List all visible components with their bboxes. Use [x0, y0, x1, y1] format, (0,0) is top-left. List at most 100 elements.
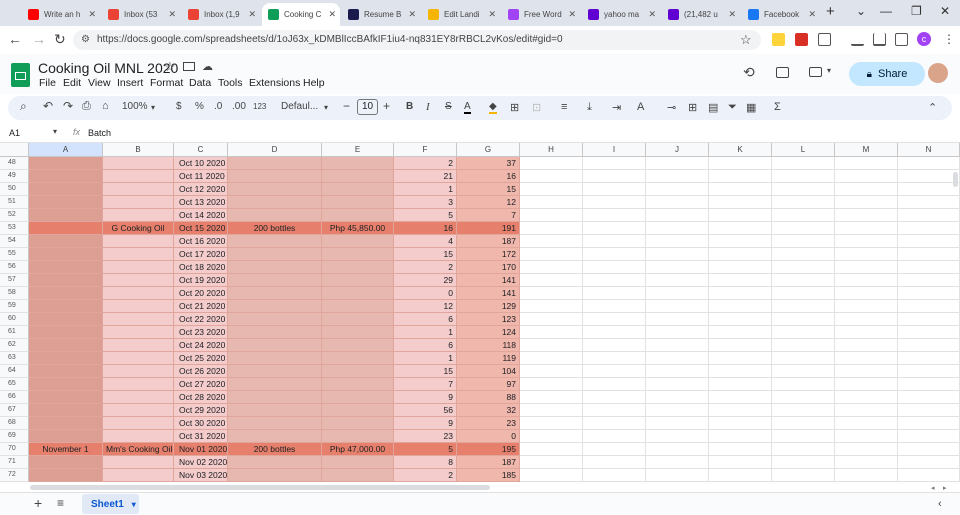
cell-c71[interactable]: Nov 02 2020 [174, 456, 228, 469]
cell-j52[interactable] [646, 209, 709, 222]
cell-b62[interactable] [103, 339, 174, 352]
cell-m58[interactable] [835, 287, 898, 300]
cell-e55[interactable] [322, 248, 394, 261]
cell-b61[interactable] [103, 326, 174, 339]
cell-a51[interactable] [29, 196, 103, 209]
cell-a49[interactable] [29, 170, 103, 183]
cell-l68[interactable] [772, 417, 835, 430]
decrease-font-size-icon[interactable]: − [343, 99, 350, 113]
cell-a65[interactable] [29, 378, 103, 391]
cell-k71[interactable] [709, 456, 772, 469]
cell-h72[interactable] [520, 469, 583, 482]
column-header-c[interactable]: C [174, 143, 228, 157]
cell-e59[interactable] [322, 300, 394, 313]
cell-e58[interactable] [322, 287, 394, 300]
cell-i66[interactable] [583, 391, 646, 404]
cell-n54[interactable] [898, 235, 960, 248]
cell-n64[interactable] [898, 365, 960, 378]
cell-n68[interactable] [898, 417, 960, 430]
cell-b57[interactable] [103, 274, 174, 287]
column-header-b[interactable]: B [103, 143, 174, 157]
row-number[interactable]: 72 [0, 469, 29, 482]
cell-h66[interactable] [520, 391, 583, 404]
sheet-tab-dropdown-icon[interactable]: ▾ [132, 500, 136, 509]
meet-dropdown-icon[interactable]: ▾ [827, 66, 831, 75]
cell-g51[interactable]: 12 [457, 196, 520, 209]
cell-h60[interactable] [520, 313, 583, 326]
cell-k65[interactable] [709, 378, 772, 391]
cell-g49[interactable]: 16 [457, 170, 520, 183]
cell-n66[interactable] [898, 391, 960, 404]
cell-g61[interactable]: 124 [457, 326, 520, 339]
cell-e49[interactable] [322, 170, 394, 183]
cell-c61[interactable]: Oct 23 2020 [174, 326, 228, 339]
cell-n65[interactable] [898, 378, 960, 391]
cell-m67[interactable] [835, 404, 898, 417]
cell-i58[interactable] [583, 287, 646, 300]
cell-k48[interactable] [709, 157, 772, 170]
cell-h63[interactable] [520, 352, 583, 365]
select-all-corner[interactable] [0, 143, 29, 157]
cell-c53[interactable]: Oct 15 2020 [174, 222, 228, 235]
cell-g50[interactable]: 15 [457, 183, 520, 196]
pdf-extension-icon[interactable] [795, 33, 808, 46]
cell-b49[interactable] [103, 170, 174, 183]
cell-l48[interactable] [772, 157, 835, 170]
cell-b68[interactable] [103, 417, 174, 430]
cell-j72[interactable] [646, 469, 709, 482]
column-header-a[interactable]: A [29, 143, 103, 157]
cell-f48[interactable]: 2 [394, 157, 457, 170]
cell-n51[interactable] [898, 196, 960, 209]
cell-m68[interactable] [835, 417, 898, 430]
cell-g69[interactable]: 0 [457, 430, 520, 443]
cell-m71[interactable] [835, 456, 898, 469]
browser-tab[interactable]: Inbox (1,9 ✕ [182, 3, 260, 26]
cell-c66[interactable]: Oct 28 2020 [174, 391, 228, 404]
cell-d63[interactable] [228, 352, 322, 365]
cell-f60[interactable]: 6 [394, 313, 457, 326]
cell-c69[interactable]: Oct 31 2020 [174, 430, 228, 443]
back-icon[interactable]: ← [8, 31, 22, 47]
cell-i51[interactable] [583, 196, 646, 209]
cell-i68[interactable] [583, 417, 646, 430]
cell-n57[interactable] [898, 274, 960, 287]
cell-f71[interactable]: 8 [394, 456, 457, 469]
cell-j66[interactable] [646, 391, 709, 404]
cell-b51[interactable] [103, 196, 174, 209]
cell-e66[interactable] [322, 391, 394, 404]
cell-j53[interactable] [646, 222, 709, 235]
url-text[interactable]: https://docs.google.com/spreadsheets/d/1… [97, 34, 563, 45]
add-sheet-icon[interactable]: + [34, 495, 42, 511]
media-control-icon[interactable] [851, 33, 864, 46]
insert-chart-icon[interactable]: ▤ [708, 101, 718, 114]
cell-h65[interactable] [520, 378, 583, 391]
cell-l51[interactable] [772, 196, 835, 209]
cell-f49[interactable]: 21 [394, 170, 457, 183]
cell-a66[interactable] [29, 391, 103, 404]
cell-f70[interactable]: 5 [394, 443, 457, 456]
cell-l56[interactable] [772, 261, 835, 274]
cell-h71[interactable] [520, 456, 583, 469]
cell-b53[interactable]: G Cooking Oil [103, 222, 174, 235]
column-header-f[interactable]: F [394, 143, 457, 157]
cell-g65[interactable]: 97 [457, 378, 520, 391]
close-tab-icon[interactable]: ✕ [488, 9, 496, 20]
strikethrough-icon[interactable]: S [445, 101, 452, 112]
scroll-right-icon[interactable]: ▸ [943, 484, 947, 492]
close-tab-icon[interactable]: ✕ [648, 9, 656, 20]
cell-n58[interactable] [898, 287, 960, 300]
cell-f72[interactable]: 2 [394, 469, 457, 482]
row-number[interactable]: 48 [0, 157, 29, 170]
cell-h67[interactable] [520, 404, 583, 417]
cell-c52[interactable]: Oct 14 2020 [174, 209, 228, 222]
forward-icon[interactable]: → [32, 31, 46, 47]
cell-e69[interactable] [322, 430, 394, 443]
cell-e48[interactable] [322, 157, 394, 170]
cell-j56[interactable] [646, 261, 709, 274]
meet-video-icon[interactable] [809, 67, 822, 77]
bold-icon[interactable]: B [406, 101, 413, 112]
cell-a70[interactable]: November 1 [29, 443, 103, 456]
cell-f66[interactable]: 9 [394, 391, 457, 404]
cell-i69[interactable] [583, 430, 646, 443]
cell-k62[interactable] [709, 339, 772, 352]
